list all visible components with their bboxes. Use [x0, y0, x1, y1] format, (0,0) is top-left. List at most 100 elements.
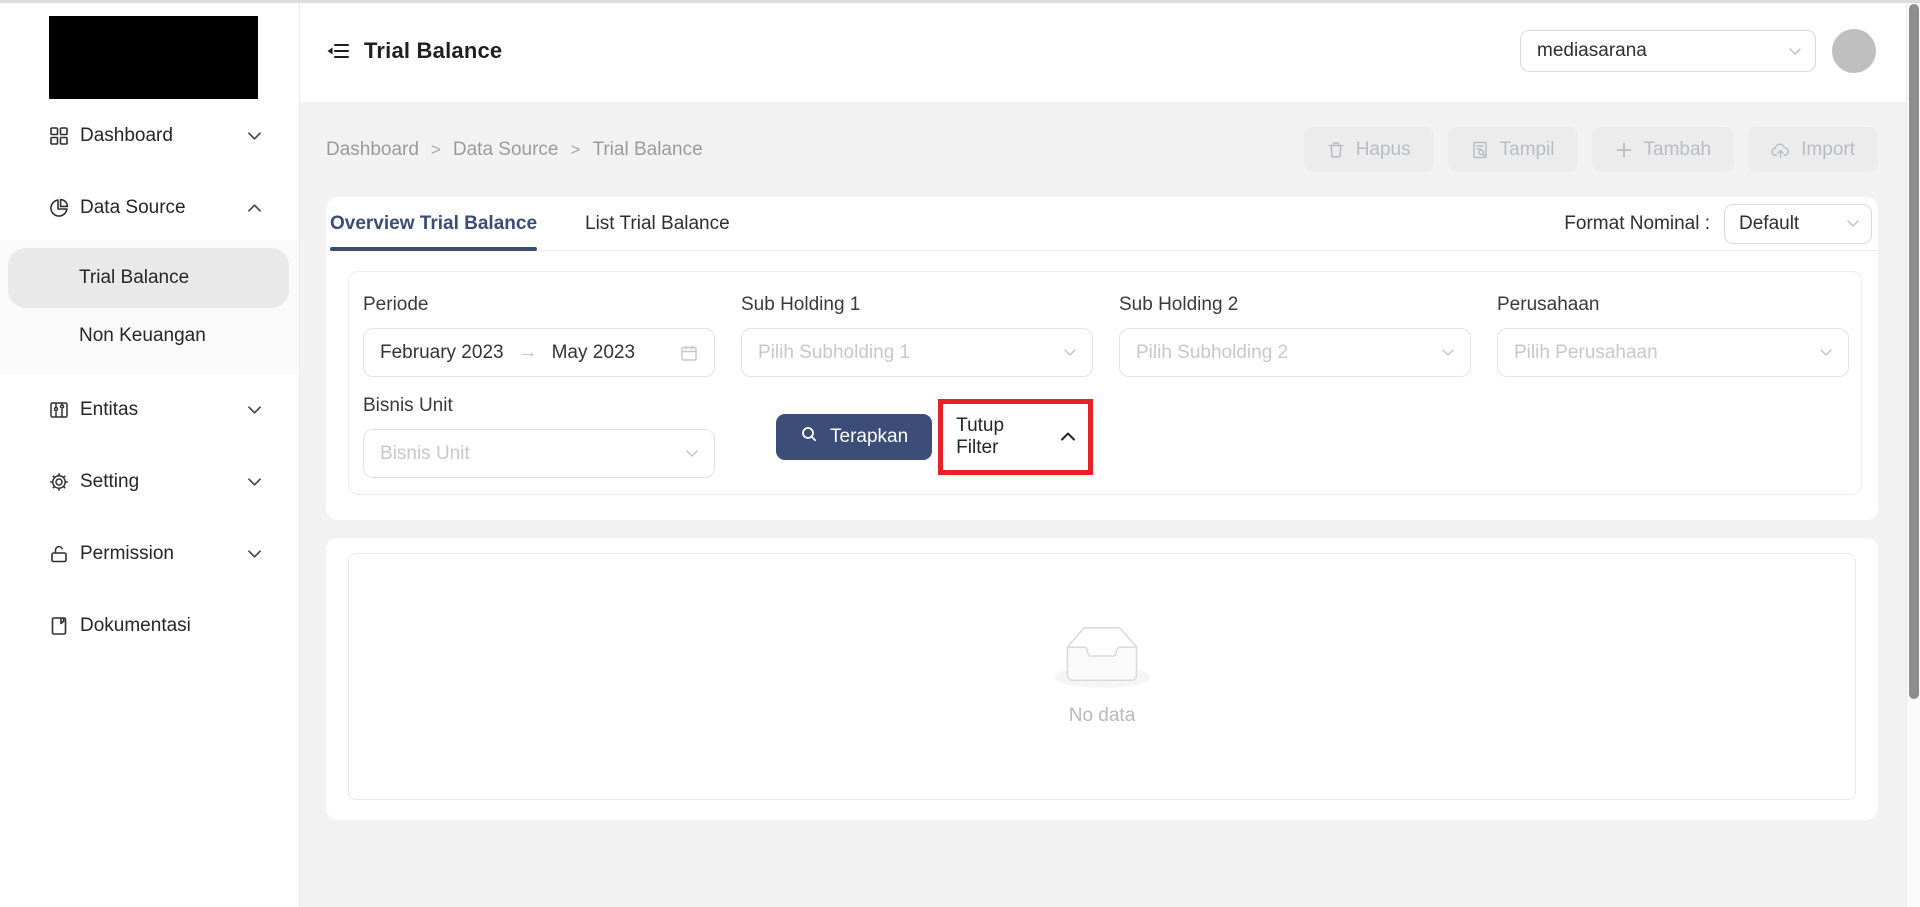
- menu-fold-icon[interactable]: [326, 41, 350, 61]
- periode-start: February 2023: [380, 342, 504, 364]
- format-nominal-value: Default: [1739, 213, 1799, 235]
- vertical-scrollbar: [1906, 0, 1920, 907]
- bisnis-unit-select[interactable]: Bisnis Unit: [363, 429, 715, 478]
- sub-holding-1-placeholder: Pilih Subholding 1: [758, 342, 1064, 364]
- sliders-icon: [49, 400, 69, 420]
- file-search-icon: [1471, 141, 1489, 159]
- sub-holding-2-select[interactable]: Pilih Subholding 2: [1119, 328, 1471, 377]
- empty-inbox-icon: [1054, 626, 1150, 693]
- breadcrumb-separator: >: [431, 140, 441, 160]
- periode-end: May 2023: [552, 342, 635, 364]
- sidebar-item-label: Data Source: [80, 197, 248, 219]
- terapkan-label: Terapkan: [830, 426, 908, 448]
- empty-text: No data: [1069, 705, 1136, 727]
- sidebar-item-label: Non Keuangan: [79, 325, 206, 347]
- pie-chart-icon: [49, 198, 69, 218]
- sub-holding-2-label: Sub Holding 2: [1119, 294, 1471, 316]
- chevron-down-icon: [1847, 220, 1859, 227]
- filter-panel: Periode February 2023 → May 2023 Sub Hol…: [348, 271, 1862, 495]
- sidebar-item-label: Dokumentasi: [80, 615, 261, 637]
- sidebar: Dashboard Data Source Trial Balance Non …: [0, 0, 300, 907]
- import-button[interactable]: Import: [1748, 127, 1878, 172]
- chevron-down-icon: [248, 550, 261, 558]
- tab-bar: Overview Trial Balance List Trial Balanc…: [326, 197, 1878, 251]
- action-buttons: Hapus Tampil Tambah Import: [1304, 127, 1878, 172]
- range-arrow-icon: →: [518, 341, 538, 364]
- bookmark-file-icon: [49, 616, 69, 636]
- tutup-filter-label: Tutup Filter: [956, 415, 1051, 459]
- sidebar-item-setting[interactable]: Setting: [0, 458, 299, 506]
- chevron-down-icon: [248, 132, 261, 140]
- chevron-down-icon: [248, 406, 261, 414]
- unlock-icon: [49, 544, 69, 564]
- calendar-icon: [680, 344, 698, 362]
- breadcrumb-separator: >: [571, 140, 581, 160]
- breadcrumb-current: Trial Balance: [592, 139, 702, 161]
- sidebar-item-label: Permission: [80, 543, 248, 565]
- top-divider: [0, 0, 1920, 3]
- red-annotation-box: Tutup Filter: [938, 399, 1093, 475]
- tambah-button[interactable]: Tambah: [1592, 127, 1735, 172]
- chevron-down-icon: [1064, 349, 1076, 356]
- tab-label: List Trial Balance: [585, 213, 730, 235]
- avatar[interactable]: [1832, 29, 1876, 73]
- periode-label: Periode: [363, 294, 715, 316]
- sidebar-submenu: Trial Balance Non Keuangan: [0, 240, 299, 374]
- sidebar-item-label: Setting: [80, 471, 248, 493]
- format-nominal-select[interactable]: Default: [1724, 204, 1872, 244]
- scrollbar-thumb[interactable]: [1909, 4, 1919, 699]
- gear-icon: [49, 472, 69, 492]
- breadcrumb: Dashboard > Data Source > Trial Balance: [326, 139, 703, 161]
- empty-state: No data: [348, 553, 1856, 800]
- hapus-label: Hapus: [1356, 139, 1411, 161]
- sub-holding-1-label: Sub Holding 1: [741, 294, 1093, 316]
- tab-overview-trial-balance[interactable]: Overview Trial Balance: [330, 197, 537, 250]
- sub-holding-1-select[interactable]: Pilih Subholding 1: [741, 328, 1093, 377]
- chevron-up-icon: [1061, 432, 1075, 441]
- format-nominal: Format Nominal : Default: [1564, 204, 1872, 244]
- sidebar-item-dashboard[interactable]: Dashboard: [0, 112, 299, 160]
- bisnis-unit-placeholder: Bisnis Unit: [380, 443, 686, 465]
- sidebar-item-label: Trial Balance: [79, 267, 189, 289]
- company-select-value: mediasarana: [1537, 40, 1647, 62]
- trash-icon: [1327, 141, 1345, 159]
- tab-label: Overview Trial Balance: [330, 213, 537, 235]
- bisnis-unit-label: Bisnis Unit: [363, 395, 715, 417]
- sidebar-item-trial-balance[interactable]: Trial Balance: [8, 248, 289, 308]
- chevron-down-icon: [1789, 48, 1801, 55]
- breadcrumb-dashboard[interactable]: Dashboard: [326, 139, 419, 161]
- chevron-up-icon: [248, 204, 261, 212]
- sidebar-item-dokumentasi[interactable]: Dokumentasi: [0, 602, 299, 650]
- sidebar-item-data-source[interactable]: Data Source: [0, 184, 299, 232]
- sidebar-item-permission[interactable]: Permission: [0, 530, 299, 578]
- tambah-label: Tambah: [1644, 139, 1712, 161]
- chevron-down-icon: [1820, 349, 1832, 356]
- perusahaan-placeholder: Pilih Perusahaan: [1514, 342, 1820, 364]
- tampil-button[interactable]: Tampil: [1448, 127, 1578, 172]
- cloud-upload-icon: [1771, 141, 1790, 159]
- perusahaan-select[interactable]: Pilih Perusahaan: [1497, 328, 1849, 377]
- overview-card: Overview Trial Balance List Trial Balanc…: [326, 197, 1878, 520]
- tab-list-trial-balance[interactable]: List Trial Balance: [585, 197, 730, 250]
- chevron-down-icon: [1442, 349, 1454, 356]
- tampil-label: Tampil: [1500, 139, 1555, 161]
- periode-range-picker[interactable]: February 2023 → May 2023: [363, 328, 715, 377]
- tutup-filter-button[interactable]: Tutup Filter: [956, 415, 1075, 459]
- perusahaan-label: Perusahaan: [1497, 294, 1849, 316]
- breadcrumb-data-source[interactable]: Data Source: [453, 139, 559, 161]
- company-select[interactable]: mediasarana: [1520, 30, 1816, 72]
- hapus-button[interactable]: Hapus: [1304, 127, 1434, 172]
- breadcrumb-row: Dashboard > Data Source > Trial Balance …: [326, 102, 1878, 197]
- page-title: Trial Balance: [364, 38, 502, 64]
- sidebar-menu: Dashboard Data Source Trial Balance Non …: [0, 112, 299, 650]
- sidebar-item-non-keuangan[interactable]: Non Keuangan: [8, 312, 289, 360]
- import-label: Import: [1801, 139, 1855, 161]
- sidebar-item-entitas[interactable]: Entitas: [0, 386, 299, 434]
- dashboard-grid-icon: [49, 126, 69, 146]
- sidebar-item-label: Entitas: [80, 399, 248, 421]
- plus-icon: [1615, 141, 1633, 159]
- main-content: Dashboard > Data Source > Trial Balance …: [300, 102, 1920, 907]
- chevron-down-icon: [686, 450, 698, 457]
- terapkan-button[interactable]: Terapkan: [776, 414, 932, 460]
- search-icon: [800, 425, 818, 449]
